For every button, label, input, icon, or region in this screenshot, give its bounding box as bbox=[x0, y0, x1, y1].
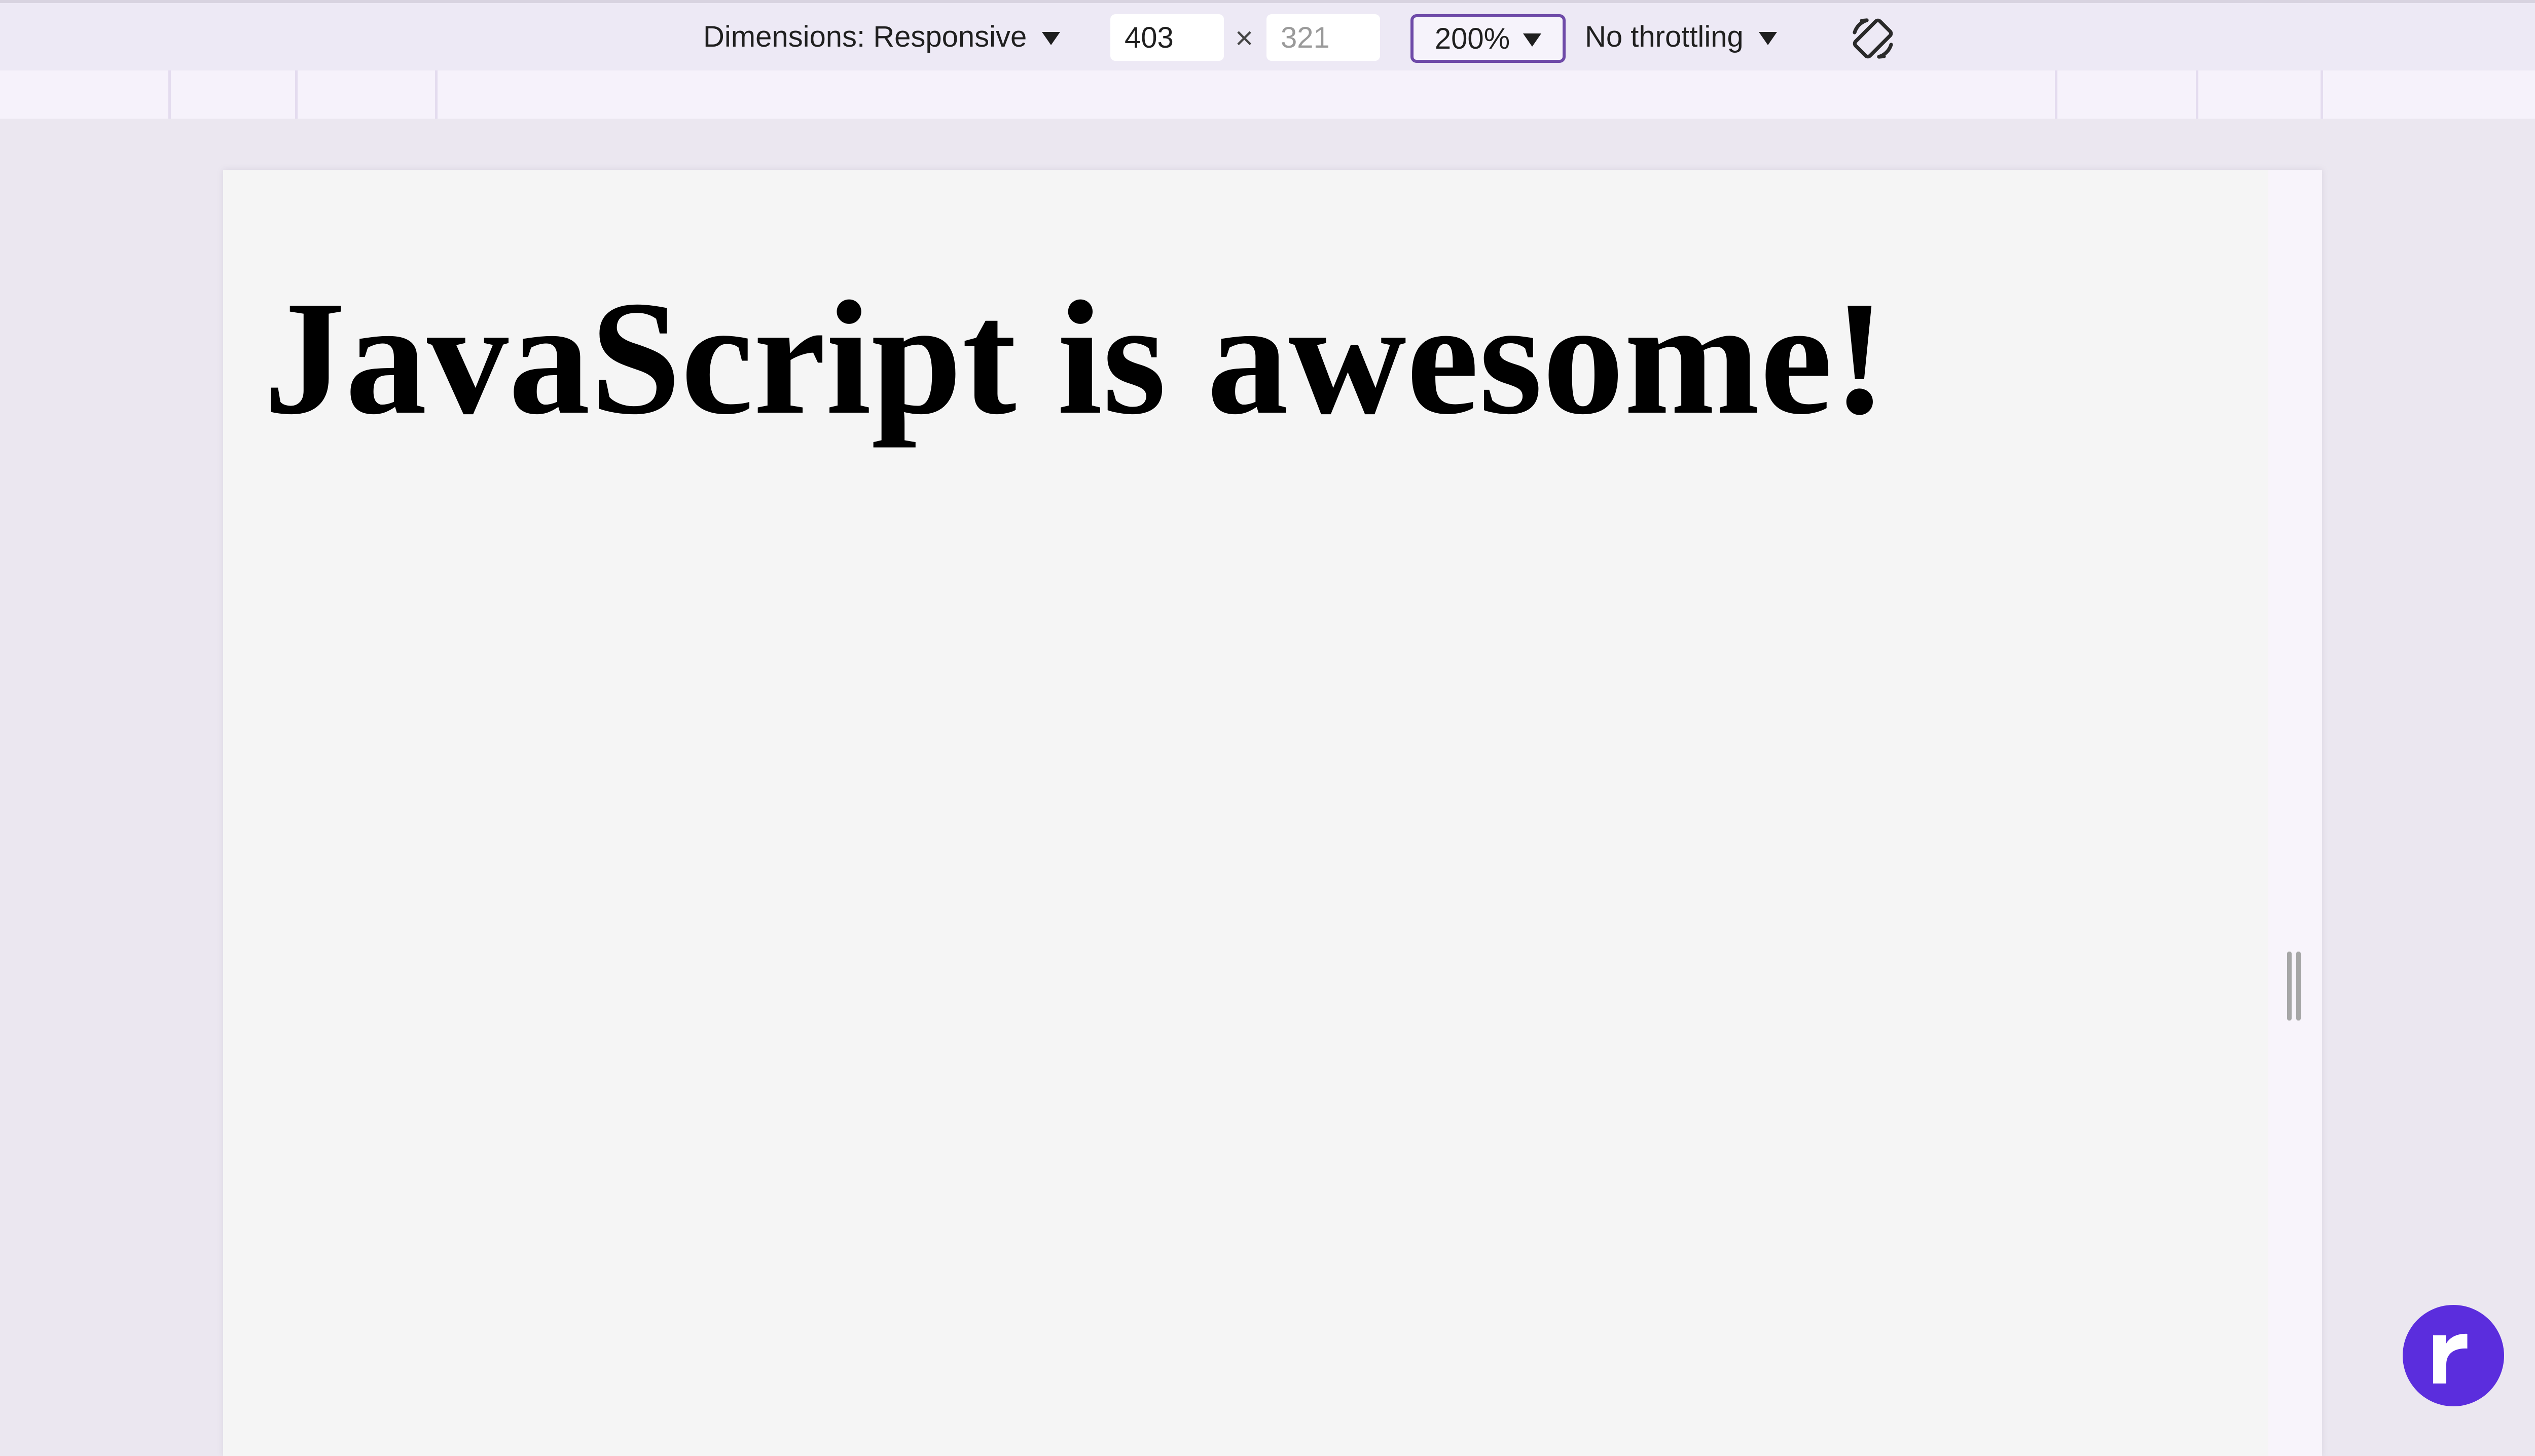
ruler-tick[interactable] bbox=[168, 70, 171, 119]
dimensions-label: Dimensions: Responsive bbox=[703, 20, 1027, 53]
dimensions-dropdown[interactable]: Dimensions: Responsive bbox=[703, 3, 1061, 70]
device-toolbar: Dimensions: Responsive 403 × 321 200% No… bbox=[0, 0, 2535, 70]
chevron-down-icon bbox=[1042, 31, 1061, 45]
resize-handle[interactable] bbox=[2285, 952, 2303, 1021]
width-value: 403 bbox=[1125, 21, 1174, 54]
media-query-bar bbox=[0, 70, 2535, 119]
width-input[interactable]: 403 bbox=[1110, 14, 1224, 61]
height-input[interactable]: 321 bbox=[1266, 14, 1380, 61]
zoom-value: 200% bbox=[1434, 22, 1510, 55]
chevron-down-icon bbox=[1523, 33, 1542, 47]
ruler-tick[interactable] bbox=[435, 70, 438, 119]
height-value: 321 bbox=[1281, 21, 1330, 54]
rotate-icon[interactable] bbox=[1849, 14, 1897, 63]
ruler-tick[interactable] bbox=[2321, 70, 2323, 119]
viewport-resize-edge[interactable] bbox=[2268, 170, 2322, 1456]
chevron-down-icon bbox=[1758, 31, 1777, 45]
page-heading: JavaScript is awesome! bbox=[264, 267, 1887, 448]
throttling-label: No throttling bbox=[1585, 20, 1744, 53]
r-logo-icon bbox=[2433, 1333, 2468, 1384]
times-icon: × bbox=[1235, 21, 1254, 56]
r-logo-button[interactable] bbox=[2403, 1305, 2504, 1406]
ruler-tick[interactable] bbox=[2196, 70, 2198, 119]
ruler-tick[interactable] bbox=[2055, 70, 2057, 119]
zoom-dropdown[interactable]: 200% bbox=[1410, 14, 1566, 63]
ruler-tick[interactable] bbox=[295, 70, 298, 119]
throttling-dropdown[interactable]: No throttling bbox=[1585, 3, 1777, 70]
